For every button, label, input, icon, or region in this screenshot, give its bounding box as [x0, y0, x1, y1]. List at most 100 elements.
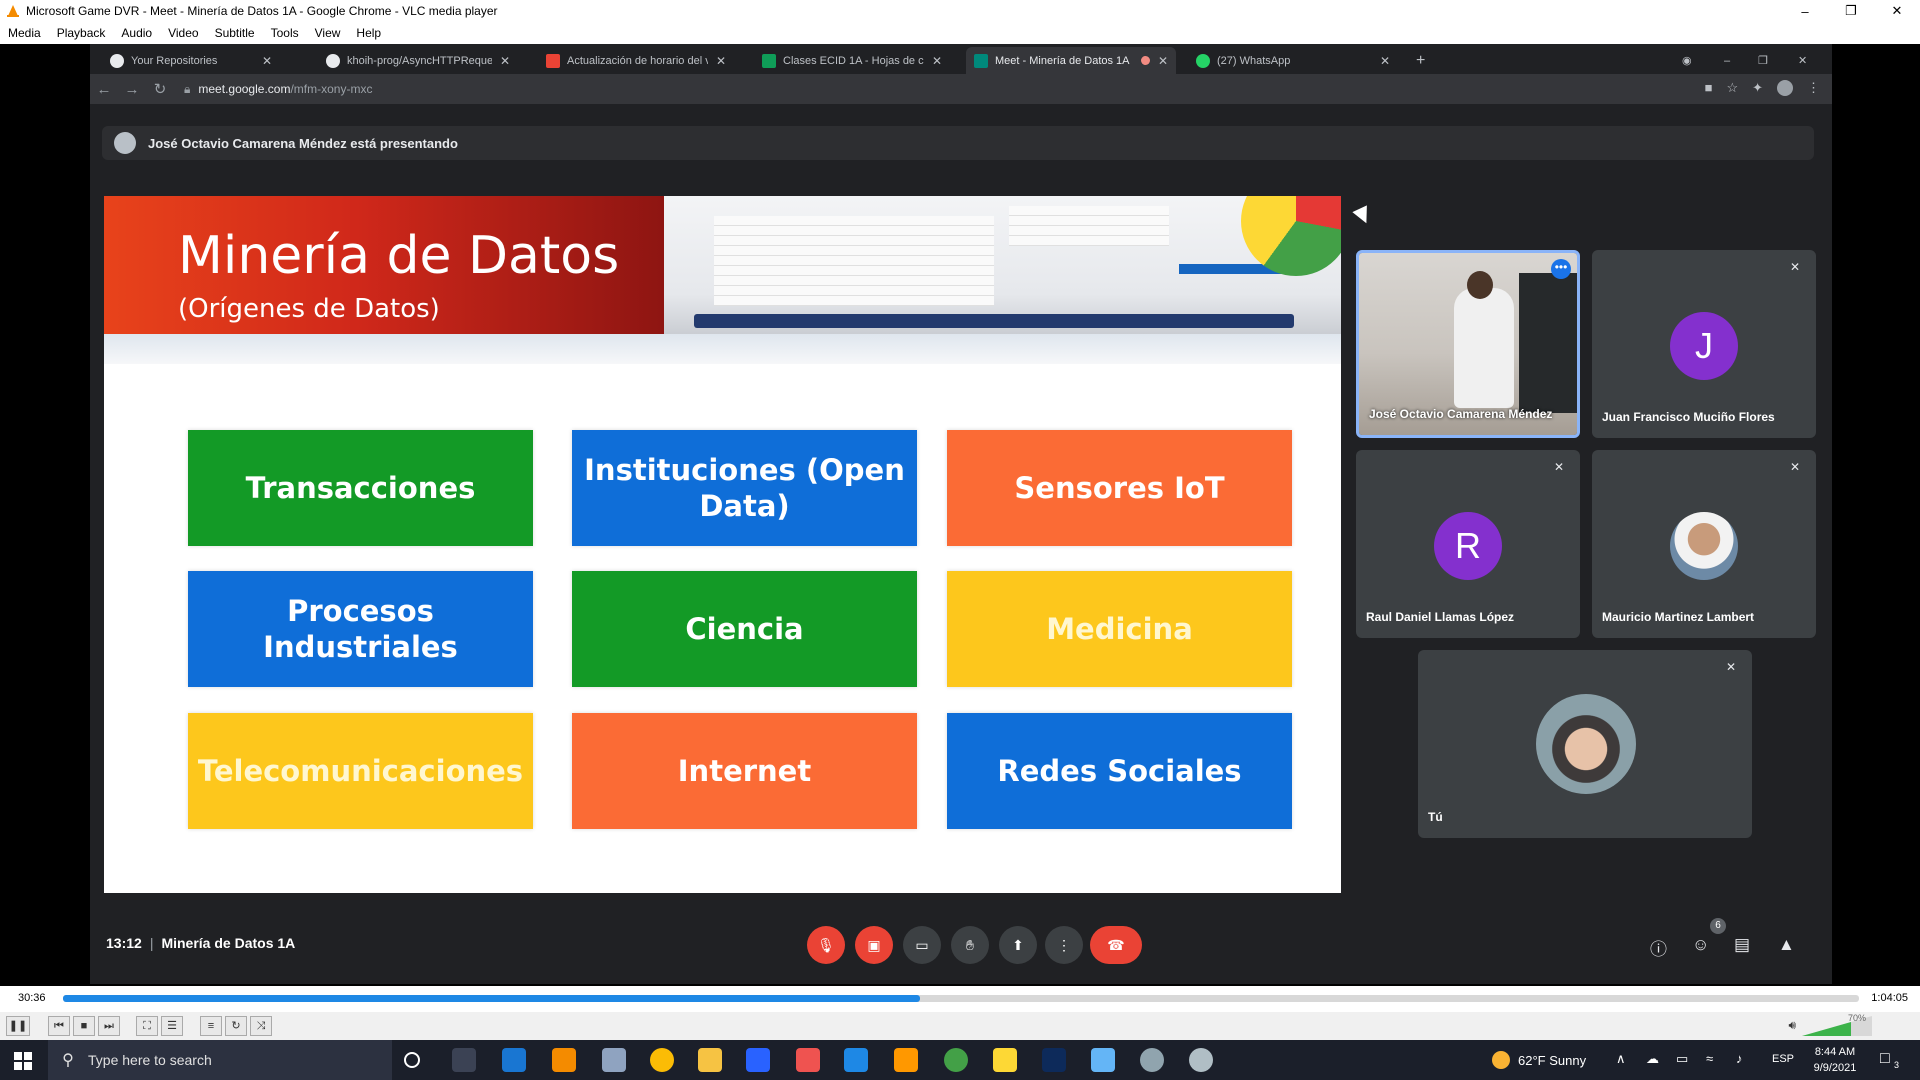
more-options-button[interactable]: ⋮: [1045, 926, 1083, 964]
url-path: /mfm-xony-mxc: [290, 81, 373, 96]
loop-button[interactable]: ↻: [225, 1016, 247, 1036]
activities-icon[interactable]: ▲: [1778, 935, 1795, 955]
participant-tile-mauricio[interactable]: ✕ Mauricio Martinez Lambert: [1592, 450, 1816, 638]
kebab-menu-icon[interactable]: ⋮: [1807, 80, 1820, 96]
weather-widget[interactable]: 62°F Sunny: [1492, 1051, 1586, 1069]
wifi-icon[interactable]: ≈: [1706, 1051, 1713, 1066]
chrome-icon[interactable]: [650, 1048, 674, 1072]
app-icon[interactable]: [1091, 1048, 1115, 1072]
vlc-taskbar-icon[interactable]: [552, 1048, 576, 1072]
presenting-banner: José Octavio Camarena Méndez está presen…: [102, 126, 1814, 160]
powershell-icon[interactable]: [746, 1048, 770, 1072]
next-button[interactable]: ⏭︎: [98, 1016, 120, 1036]
close-tab-icon[interactable]: ✕: [932, 54, 942, 68]
chrome-close-button[interactable]: ✕: [1790, 47, 1820, 74]
close-tab-icon[interactable]: ✕: [1158, 54, 1168, 68]
fullscreen-button[interactable]: ⛶: [136, 1016, 158, 1036]
stop-button[interactable]: ■: [73, 1016, 95, 1036]
pause-button[interactable]: ❚❚: [6, 1016, 30, 1036]
raise-hand-button[interactable]: ✋︎: [951, 926, 989, 964]
app-icon[interactable]: [602, 1048, 626, 1072]
close-button[interactable]: ✕: [1874, 3, 1920, 19]
menu-tools[interactable]: Tools: [263, 26, 307, 40]
app-icon[interactable]: [1140, 1048, 1164, 1072]
extensions-icon[interactable]: ✦: [1752, 80, 1763, 96]
language-indicator[interactable]: ESP: [1772, 1053, 1794, 1065]
vlc-seek-row: 30:36 1:04:05: [0, 986, 1920, 1012]
task-view-icon[interactable]: [452, 1048, 476, 1072]
volume-label: 70%: [1847, 1013, 1866, 1023]
menu-view[interactable]: View: [307, 26, 349, 40]
taskbar-search[interactable]: ⚲ Type here to search: [48, 1040, 392, 1080]
close-tab-icon[interactable]: ✕: [262, 54, 272, 68]
photoshop-icon[interactable]: [1042, 1048, 1066, 1072]
volume-icon[interactable]: 🔊︎: [1788, 1018, 1796, 1033]
chrome-restore-button[interactable]: ❐: [1750, 47, 1780, 74]
file-explorer-icon[interactable]: [698, 1048, 722, 1072]
git-icon[interactable]: [796, 1048, 820, 1072]
menu-video[interactable]: Video: [160, 26, 206, 40]
menu-playback[interactable]: Playback: [49, 26, 114, 40]
participant-tile-raul[interactable]: ✕ R Raul Daniel Llamas López: [1356, 450, 1580, 638]
new-tab-button[interactable]: +: [1408, 47, 1438, 74]
tab-gmail[interactable]: Actualización de horario del vier ✕: [538, 47, 734, 74]
profile-avatar[interactable]: [1777, 80, 1793, 96]
tab-whatsapp[interactable]: (27) WhatsApp ✕: [1188, 47, 1398, 74]
chrome-minimize-button[interactable]: –: [1716, 47, 1746, 74]
reload-icon[interactable]: ↻: [146, 80, 174, 98]
close-tab-icon[interactable]: ✕: [500, 54, 510, 68]
mail-icon[interactable]: [502, 1048, 526, 1072]
participant-tile-juan[interactable]: ✕ J Juan Francisco Muciño Flores: [1592, 250, 1816, 438]
chevron-up-icon[interactable]: ∧: [1616, 1051, 1626, 1067]
battery-icon[interactable]: ▭: [1676, 1051, 1688, 1067]
vlc-title-bar: Microsoft Game DVR - Meet - Minería de D…: [0, 0, 1920, 22]
onedrive-icon[interactable]: ☁: [1646, 1051, 1659, 1067]
menu-media[interactable]: Media: [0, 26, 49, 40]
tab-meet[interactable]: Meet - Minería de Datos 1A ✕: [966, 47, 1176, 74]
forward-icon[interactable]: →: [118, 81, 146, 98]
tab-async-http[interactable]: khoih-prog/AsyncHTTPRequest_ ✕: [318, 47, 518, 74]
app-icon[interactable]: [993, 1048, 1017, 1072]
more-options-icon[interactable]: •••: [1551, 259, 1571, 279]
maximize-button[interactable]: ❐: [1828, 3, 1874, 19]
shuffle-button[interactable]: ⤨: [250, 1016, 272, 1036]
notification-icon[interactable]: □: [1880, 1050, 1890, 1068]
minimize-button[interactable]: –: [1782, 4, 1828, 19]
tab-search-icon[interactable]: ◉: [1674, 47, 1704, 74]
people-icon[interactable]: ☺: [1692, 935, 1709, 955]
vscode-icon[interactable]: [844, 1048, 868, 1072]
leave-call-button[interactable]: ☎︎: [1090, 926, 1142, 964]
sublime-icon[interactable]: [894, 1048, 918, 1072]
speaker-icon[interactable]: ♪: [1736, 1051, 1743, 1066]
previous-button[interactable]: ⏮︎: [48, 1016, 70, 1036]
seek-slider[interactable]: [63, 995, 1859, 1002]
cortana-icon[interactable]: [404, 1052, 420, 1068]
chat-icon[interactable]: ▤: [1734, 935, 1750, 955]
mic-toggle-button[interactable]: 🎙︎: [807, 926, 845, 964]
seek-progress-fill: [63, 995, 920, 1002]
present-button[interactable]: ⬆︎: [999, 926, 1037, 964]
extended-settings-button[interactable]: ☰: [161, 1016, 183, 1036]
playlist-button[interactable]: ≡: [200, 1016, 222, 1036]
camera-toggle-button[interactable]: ▣: [855, 926, 893, 964]
close-tab-icon[interactable]: ✕: [716, 54, 726, 68]
participant-tile-jose[interactable]: ••• José Octavio Camarena Méndez: [1356, 250, 1580, 438]
app-icon[interactable]: [944, 1048, 968, 1072]
start-button[interactable]: [14, 1052, 32, 1070]
app-icon[interactable]: [1189, 1048, 1213, 1072]
tab-sheets[interactable]: Clases ECID 1A - Hojas de cálcul ✕: [754, 47, 950, 74]
captions-button[interactable]: ▭: [903, 926, 941, 964]
back-icon[interactable]: ←: [90, 81, 118, 98]
system-clock[interactable]: 8:44 AM 9/9/2021: [1808, 1044, 1862, 1076]
camera-icon[interactable]: ■: [1705, 80, 1713, 96]
url-field[interactable]: 🔒︎ meet.google.com/mfm-xony-mxc: [184, 82, 372, 97]
participant-tile-self[interactable]: ✕ Tú: [1418, 650, 1752, 838]
menu-help[interactable]: Help: [348, 26, 389, 40]
close-tab-icon[interactable]: ✕: [1380, 54, 1390, 68]
bookmark-star-icon[interactable]: ☆: [1726, 80, 1738, 96]
tab-your-repositories[interactable]: Your Repositories ✕: [102, 47, 280, 74]
menu-subtitle[interactable]: Subtitle: [207, 26, 263, 40]
info-icon[interactable]: ⓘ: [1650, 935, 1667, 960]
menu-audio[interactable]: Audio: [113, 26, 160, 40]
weather-text: 62°F Sunny: [1518, 1052, 1587, 1068]
